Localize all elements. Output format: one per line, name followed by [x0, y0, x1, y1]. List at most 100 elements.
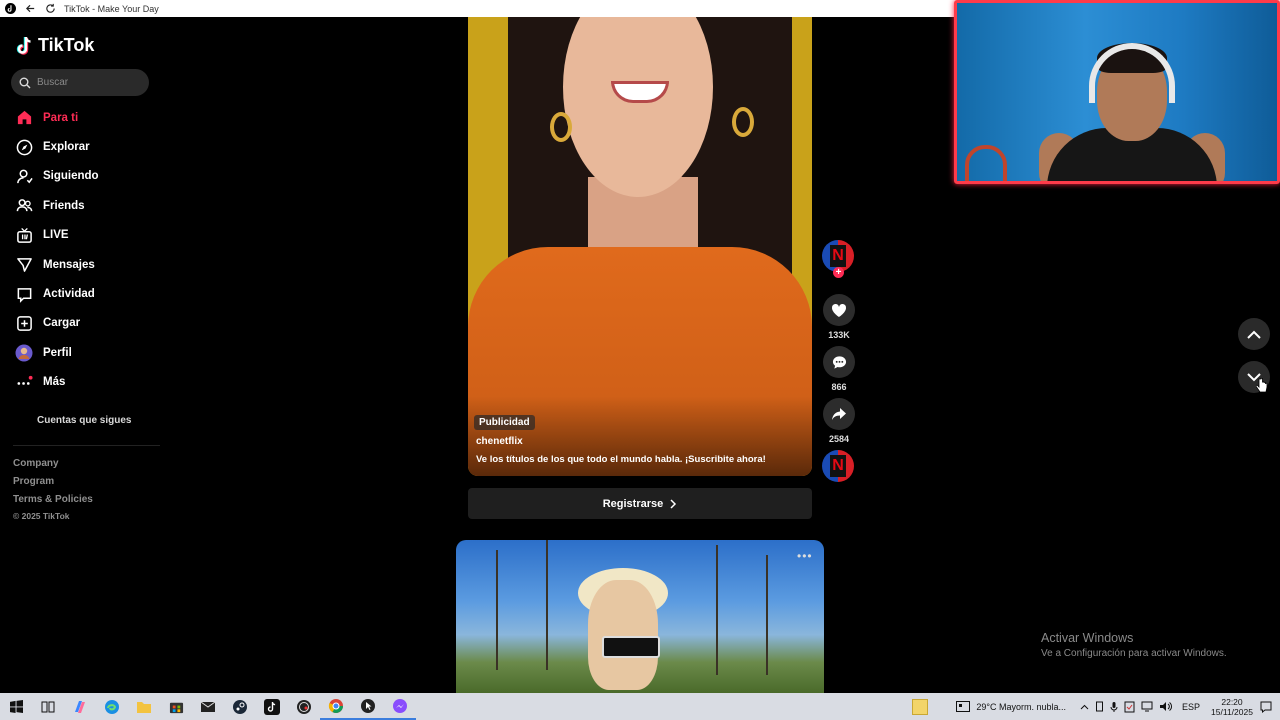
- like-count: 133K: [828, 330, 850, 340]
- steam-icon: [233, 699, 247, 714]
- sound-disc-avatar[interactable]: N: [822, 450, 854, 482]
- footer-company-link[interactable]: Company: [13, 455, 93, 473]
- sidebar: TikTok Para ti Explorar Siguiendo Friend…: [0, 17, 165, 693]
- sidebar-item-mensajes[interactable]: Mensajes: [15, 250, 165, 279]
- widgets-icon[interactable]: [956, 701, 971, 712]
- sidebar-item-siguiendo[interactable]: Siguiendo: [15, 162, 165, 191]
- footer-terms-link[interactable]: Terms & Policies: [13, 491, 93, 509]
- chevron-right-icon: [670, 498, 677, 509]
- sidebar-item-label: Actividad: [43, 288, 95, 301]
- tiktok-favicon-icon: [4, 3, 16, 15]
- register-button[interactable]: Registrarse: [468, 488, 812, 519]
- sidebar-item-label: Friends: [43, 199, 85, 212]
- sidebar-item-label: Mensajes: [43, 258, 95, 271]
- comment-button[interactable]: [823, 346, 855, 378]
- taskbar-file-explorer[interactable]: [128, 693, 160, 720]
- live-icon: [15, 226, 33, 244]
- taskbar-obs[interactable]: [288, 693, 320, 720]
- notifications-icon[interactable]: [1260, 701, 1272, 713]
- taskbar-mail[interactable]: [192, 693, 224, 720]
- microphone-icon[interactable]: [1110, 701, 1118, 713]
- tiktok-icon: [264, 698, 280, 715]
- previous-video-button[interactable]: [1238, 318, 1270, 350]
- activate-windows-subtitle: Ve a Configuración para activar Windows.: [1041, 648, 1227, 659]
- sidebar-item-mas[interactable]: Más: [15, 368, 165, 397]
- search-input[interactable]: [37, 77, 137, 88]
- footer-program-link[interactable]: Program: [13, 473, 93, 491]
- network-icon[interactable]: [1141, 701, 1153, 712]
- tiktok-logo[interactable]: TikTok: [16, 35, 94, 56]
- next-video-player[interactable]: [456, 540, 824, 693]
- task-view-icon: [41, 701, 55, 712]
- sidebar-item-actividad[interactable]: Actividad: [15, 279, 165, 308]
- app-cursor-icon: [361, 698, 375, 713]
- volume-icon[interactable]: [1159, 701, 1172, 712]
- sidebar-item-explorar[interactable]: Explorar: [15, 132, 165, 161]
- sticky-notes-icon[interactable]: [912, 698, 929, 715]
- compass-icon: [15, 138, 33, 156]
- chevron-up-icon: [1247, 330, 1261, 339]
- start-button[interactable]: [0, 693, 32, 720]
- ad-author-avatar[interactable]: N +: [822, 240, 854, 278]
- taskbar-edge[interactable]: [96, 693, 128, 720]
- obs-icon: [297, 699, 311, 714]
- heart-icon: [831, 303, 847, 317]
- ad-author-name[interactable]: chenetflix: [476, 436, 523, 447]
- activity-icon: [15, 285, 33, 303]
- like-button[interactable]: [823, 294, 855, 326]
- register-label: Registrarse: [602, 497, 664, 510]
- ad-badge: Publicidad: [474, 415, 535, 430]
- search-box[interactable]: [11, 69, 149, 96]
- avatar: [15, 344, 33, 362]
- task-view-button[interactable]: [32, 693, 64, 720]
- chrome-icon: [328, 698, 343, 713]
- webcam-chair: [965, 145, 1007, 181]
- folder-icon: [137, 701, 151, 713]
- video-frame-tree: [766, 555, 768, 675]
- system-tray: 29°C Mayorm. nubla... ESP 22:20 15/11/20…: [912, 693, 1280, 720]
- back-arrow-icon[interactable]: [24, 3, 36, 15]
- language-indicator[interactable]: ESP: [1182, 702, 1200, 712]
- video-more-options-icon[interactable]: •••: [797, 549, 813, 563]
- sidebar-item-perfil[interactable]: Perfil: [15, 338, 165, 367]
- sidebar-item-label: Perfil: [43, 346, 72, 359]
- clock-time: 22:20: [1221, 696, 1243, 707]
- sidebar-item-friends[interactable]: Friends: [15, 191, 165, 220]
- taskbar-tiktok[interactable]: [256, 693, 288, 720]
- footer-copyright: © 2025 TikTok: [13, 511, 70, 521]
- messages-icon: [15, 256, 33, 274]
- video-actions: N + 133K 866 2584 N: [822, 240, 856, 482]
- messenger-icon: [393, 698, 407, 713]
- clock[interactable]: 22:20 15/11/2025: [1210, 697, 1254, 717]
- windows-taskbar: 29°C Mayorm. nubla... ESP 22:20 15/11/20…: [0, 693, 1280, 720]
- netflix-logo: N: [830, 245, 846, 267]
- chevron-up-icon[interactable]: [1080, 704, 1089, 710]
- taskbar-store[interactable]: [160, 693, 192, 720]
- sidebar-item-live[interactable]: LIVE: [15, 221, 165, 250]
- sidebar-divider: [13, 445, 160, 446]
- home-icon: [15, 109, 33, 127]
- reload-icon[interactable]: [44, 3, 56, 15]
- ad-video-player[interactable]: [468, 17, 812, 476]
- taskbar-copilot[interactable]: [64, 693, 96, 720]
- sidebar-footer: Company Program Terms & Policies © 2025 …: [13, 455, 93, 523]
- share-button[interactable]: [823, 398, 855, 430]
- activate-windows-title: Activar Windows: [1041, 631, 1134, 645]
- edge-icon: [105, 699, 119, 714]
- video-frame-face: [588, 580, 658, 690]
- share-icon: [832, 408, 846, 420]
- shield-icon[interactable]: [1124, 701, 1135, 713]
- comment-icon: [832, 355, 846, 369]
- taskbar-steam[interactable]: [224, 693, 256, 720]
- taskbar-messenger[interactable]: [384, 693, 416, 720]
- video-frame-tree: [716, 545, 718, 675]
- taskbar-chrome[interactable]: [320, 693, 352, 720]
- comment-count: 866: [831, 382, 847, 392]
- usb-icon[interactable]: [1095, 701, 1104, 713]
- taskbar-app-active[interactable]: [352, 693, 384, 720]
- sidebar-item-para-ti[interactable]: Para ti: [15, 103, 165, 132]
- sidebar-item-cargar[interactable]: Cargar: [15, 309, 165, 338]
- weather-text[interactable]: 29°C Mayorm. nubla...: [976, 702, 1066, 712]
- clock-date: 15/11/2025: [1211, 706, 1253, 717]
- follow-plus-icon[interactable]: +: [833, 267, 844, 278]
